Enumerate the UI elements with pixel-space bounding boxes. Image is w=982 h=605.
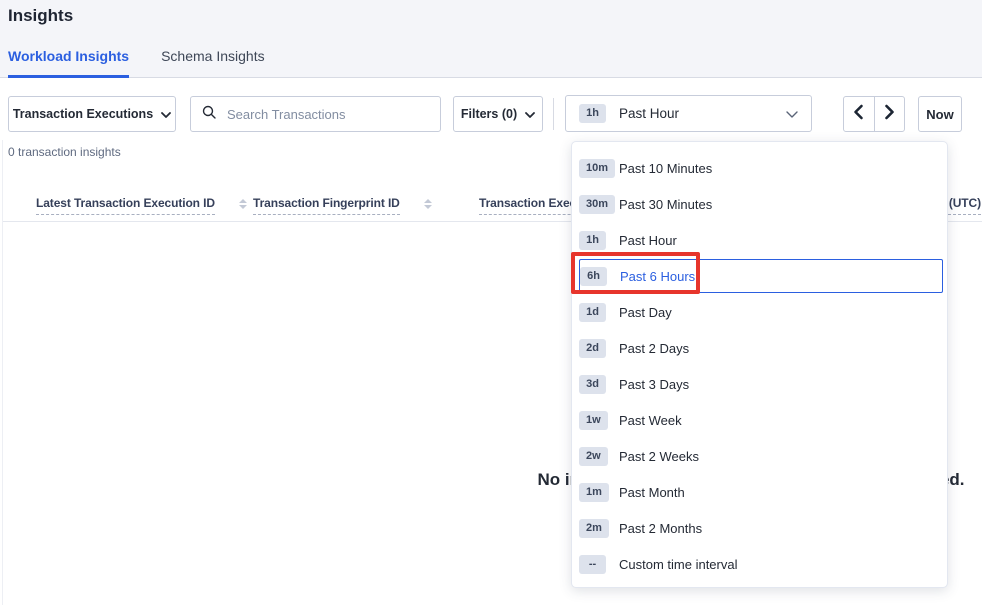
time-option-label: Past 10 Minutes	[619, 161, 712, 176]
page-header-band: Insights Workload Insights Schema Insigh…	[0, 0, 982, 78]
time-option-badge: 1w	[579, 411, 608, 430]
time-option-past-2-weeks[interactable]: 2w Past 2 Weeks	[579, 439, 943, 473]
time-option-badge: --	[579, 555, 606, 574]
time-option-badge: 1h	[579, 231, 606, 250]
chevron-down-icon	[786, 105, 798, 123]
time-option-badge: 2d	[579, 339, 606, 358]
time-option-label: Past Day	[619, 305, 672, 320]
time-option-past-30-minutes[interactable]: 30m Past 30 Minutes	[579, 187, 943, 221]
time-interval-label: Past Hour	[619, 106, 773, 121]
column-header-latest-transaction-execution-id[interactable]: Latest Transaction Execution ID	[36, 196, 247, 215]
time-option-label: Past 2 Weeks	[619, 449, 699, 464]
time-option-label: Past 3 Days	[619, 377, 689, 392]
sort-icon	[424, 199, 432, 209]
page-title: Insights	[8, 6, 73, 26]
time-option-badge: 6h	[580, 267, 607, 286]
tab-bar: Workload Insights Schema Insights	[8, 48, 265, 77]
time-option-past-3-days[interactable]: 3d Past 3 Days	[579, 367, 943, 401]
toolbar-divider	[553, 98, 554, 130]
time-option-label: Past 2 Days	[619, 341, 689, 356]
tab-schema-insights-label: Schema Insights	[161, 48, 265, 64]
time-option-custom-interval[interactable]: -- Custom time interval	[579, 547, 943, 581]
time-option-badge: 1d	[579, 303, 606, 322]
now-button-label: Now	[926, 107, 953, 122]
column-header-transaction-fingerprint-id[interactable]: Transaction Fingerprint ID	[253, 196, 432, 215]
previous-interval-button[interactable]	[844, 97, 875, 131]
time-option-badge: 2m	[579, 519, 609, 538]
transaction-type-selector[interactable]: Transaction Executions	[8, 96, 176, 132]
column-header-label: Latest Transaction Execution ID	[36, 196, 215, 215]
filters-button[interactable]: Filters (0)	[453, 96, 543, 132]
time-option-label: Past Week	[619, 413, 682, 428]
time-option-badge: 30m	[579, 195, 615, 214]
time-interval-picker[interactable]: 1h Past Hour	[565, 95, 812, 132]
time-interval-badge: 1h	[579, 104, 606, 123]
search-icon	[202, 105, 216, 124]
tab-workload-insights-label: Workload Insights	[8, 48, 129, 64]
time-interval-dropdown: 10m Past 10 Minutes 30m Past 30 Minutes …	[571, 141, 948, 588]
time-option-past-week[interactable]: 1w Past Week	[579, 403, 943, 437]
tab-workload-insights[interactable]: Workload Insights	[8, 48, 129, 77]
tab-schema-insights[interactable]: Schema Insights	[161, 48, 265, 77]
time-nav-group	[843, 96, 905, 132]
search-transactions-input[interactable]	[225, 106, 429, 123]
insights-count: 0 transaction insights	[8, 145, 121, 159]
time-option-label: Custom time interval	[619, 557, 737, 572]
chevron-left-icon	[853, 104, 864, 125]
time-option-badge: 1m	[579, 483, 609, 502]
time-option-past-month[interactable]: 1m Past Month	[579, 475, 943, 509]
chevron-right-icon	[884, 104, 895, 125]
time-option-past-6-hours[interactable]: 6h Past 6 Hours	[579, 259, 943, 293]
chevron-down-icon	[525, 107, 535, 121]
time-option-badge: 3d	[579, 375, 606, 394]
column-header-label: Transaction Fingerprint ID	[253, 196, 400, 215]
now-button[interactable]: Now	[918, 96, 962, 132]
time-option-past-2-months[interactable]: 2m Past 2 Months	[579, 511, 943, 545]
sort-icon	[239, 199, 247, 209]
content-left-border	[2, 140, 3, 605]
filters-button-label: Filters (0)	[461, 107, 517, 121]
chevron-down-icon	[161, 107, 171, 121]
time-option-past-2-days[interactable]: 2d Past 2 Days	[579, 331, 943, 365]
transaction-type-label: Transaction Executions	[13, 107, 153, 121]
search-transactions-box	[190, 96, 441, 132]
time-option-past-day[interactable]: 1d Past Day	[579, 295, 943, 329]
time-option-badge: 10m	[579, 159, 615, 178]
time-option-label: Past Month	[619, 485, 685, 500]
time-option-past-10-minutes[interactable]: 10m Past 10 Minutes	[579, 151, 943, 185]
time-option-label: Past 30 Minutes	[619, 197, 712, 212]
time-option-past-hour[interactable]: 1h Past Hour	[579, 223, 943, 257]
time-option-label: Past 2 Months	[619, 521, 702, 536]
next-interval-button[interactable]	[875, 97, 905, 131]
time-option-label: Past Hour	[619, 233, 677, 248]
time-option-badge: 2w	[579, 447, 608, 466]
time-option-label: Past 6 Hours	[620, 269, 695, 284]
